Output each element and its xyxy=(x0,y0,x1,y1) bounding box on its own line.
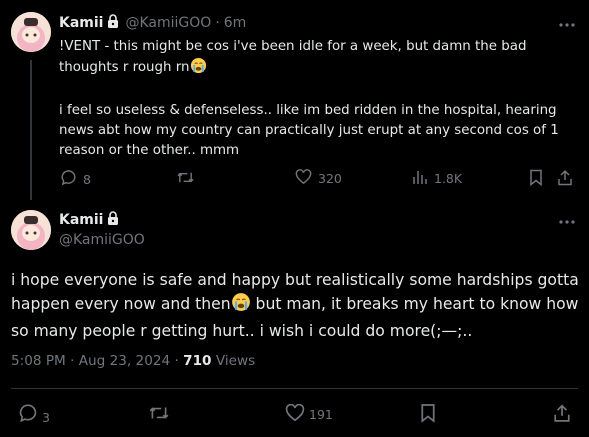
bookmark-button[interactable] xyxy=(529,169,543,189)
views-icon xyxy=(412,169,428,188)
reply-count: 8 xyxy=(83,171,91,187)
lock-icon xyxy=(107,13,119,32)
tweet-meta: 5:08 PM · Aug 23, 2024 · 710 Views xyxy=(11,353,255,369)
bookmark-icon xyxy=(529,169,543,189)
like-button[interactable]: 191 xyxy=(285,403,333,425)
views-count: 1.8K xyxy=(434,171,463,186)
tweet1-text-line1: !VENT - this might be cos i've been idle… xyxy=(59,39,527,75)
like-count: 191 xyxy=(309,407,333,422)
more-icon[interactable] xyxy=(558,16,576,38)
author-handle[interactable]: @KamiiGOO xyxy=(59,232,145,248)
author-name[interactable]: Kamii xyxy=(59,15,103,31)
timestamp[interactable]: 5:08 PM · Aug 23, 2024 · xyxy=(11,353,183,369)
views-label: Views xyxy=(211,353,256,369)
thread-connector xyxy=(30,60,32,200)
reply-icon xyxy=(60,169,77,189)
views-count: 710 xyxy=(183,353,212,369)
crying-emoji xyxy=(190,57,207,81)
share-button[interactable] xyxy=(557,169,573,189)
like-count: 320 xyxy=(318,171,342,186)
lock-icon xyxy=(107,210,119,229)
divider xyxy=(11,388,578,389)
like-icon xyxy=(295,169,312,188)
tweet1-text-line2: i feel so useless & defenseless.. like i… xyxy=(59,103,559,158)
retweet-button[interactable] xyxy=(176,169,195,189)
tweet2-header: Kamii xyxy=(59,210,119,229)
like-icon xyxy=(285,403,305,425)
author-name[interactable]: Kamii xyxy=(59,212,103,228)
retweet-button[interactable] xyxy=(148,403,170,426)
tweet1-header: Kamii @KamiiGOO · 6m xyxy=(59,13,246,32)
retweet-icon xyxy=(148,403,170,426)
avatar[interactable] xyxy=(11,12,51,52)
tweet2-text: i hope everyone is safe and happy but re… xyxy=(11,268,581,343)
retweet-icon xyxy=(176,169,195,189)
tweet1-text: !VENT - this might be cos i've been idle… xyxy=(59,37,579,161)
separator: · xyxy=(215,14,220,31)
more-icon[interactable] xyxy=(558,213,576,235)
share-icon xyxy=(557,169,573,189)
views-button[interactable]: 1.8K xyxy=(412,169,462,188)
bookmark-icon xyxy=(420,403,436,426)
like-button[interactable]: 320 xyxy=(295,169,342,188)
avatar[interactable] xyxy=(11,210,51,250)
crying-emoji xyxy=(231,292,251,319)
reply-icon xyxy=(18,403,38,426)
bookmark-button[interactable] xyxy=(420,403,436,426)
reply-button[interactable]: 3 xyxy=(18,403,50,426)
reply-count: 3 xyxy=(42,410,50,425)
share-icon xyxy=(553,403,571,426)
reply-button[interactable]: 8 xyxy=(60,169,91,189)
author-handle[interactable]: @KamiiGOO xyxy=(125,15,211,31)
share-button[interactable] xyxy=(553,403,571,426)
timestamp[interactable]: 6m xyxy=(224,15,247,31)
